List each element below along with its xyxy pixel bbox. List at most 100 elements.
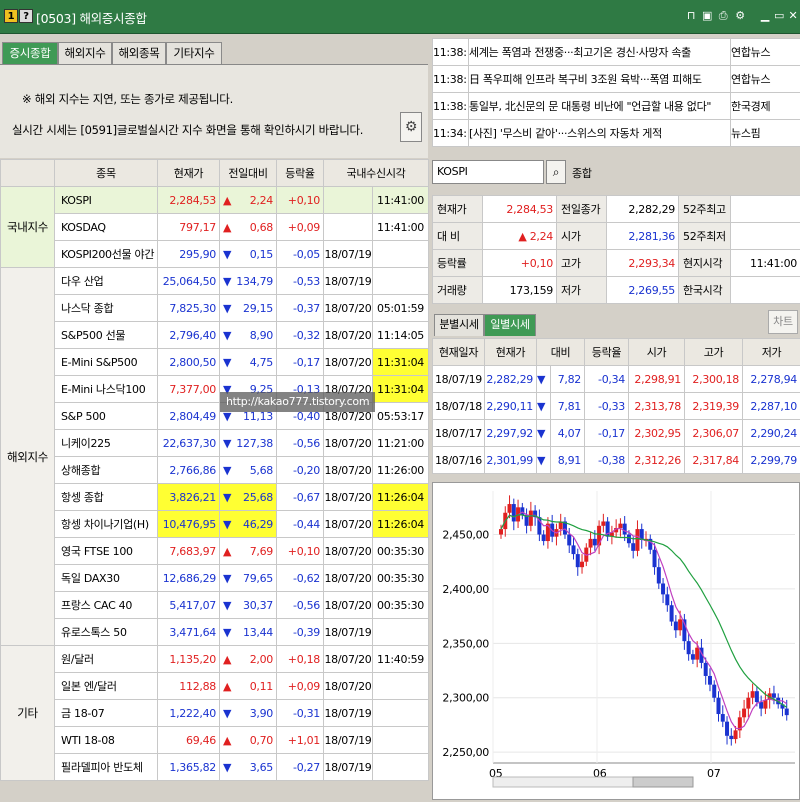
row-name[interactable]: 원/달러 — [55, 646, 158, 673]
row-name[interactable]: 독일 DAX30 — [55, 565, 158, 592]
table-row[interactable]: 니케이22522,637,30▼127,38-0,5618/07/2011:21… — [1, 430, 429, 457]
row-rate: -0,05 — [277, 241, 324, 268]
news-headline[interactable]: [사진] '무스비 같아'···스위스의 자동차 게적 — [469, 120, 731, 147]
row-price: 12,686,29 — [158, 565, 220, 592]
row-price: 7,683,97 — [158, 538, 220, 565]
row-name[interactable]: 항셍 차이나기업(H) — [55, 511, 158, 538]
gear-icon[interactable]: ⚙ — [400, 112, 422, 142]
row-name[interactable]: 다우 산업 — [55, 268, 158, 295]
row-rate: -0,32 — [277, 322, 324, 349]
row-name[interactable]: E-Mini S&P500 — [55, 349, 158, 376]
row-name[interactable]: 나스닥 종합 — [55, 295, 158, 322]
save-icon[interactable]: ▣ — [700, 9, 714, 23]
tab-overseas-index[interactable]: 해외지수 — [58, 42, 112, 64]
candle-body — [499, 529, 503, 534]
symbol-input[interactable]: KOSPI — [432, 160, 544, 184]
price-chart[interactable]: 2,450,002,400,002,350,002,300,002,250,00… — [432, 482, 800, 800]
daily-row[interactable]: 18/07/162,301,99▼8,91-0,382,312,262,317,… — [433, 447, 800, 474]
news-headline[interactable]: 세계는 폭염과 전쟁중···최고기온 경신·사망자 속출 — [469, 39, 731, 66]
row-rate: -0,27 — [277, 754, 324, 781]
row-price: 3,826,21 — [158, 484, 220, 511]
row-time: 11:31:04 — [373, 376, 429, 403]
row-name[interactable]: 상해종합 — [55, 457, 158, 484]
table-row[interactable]: KOSDAQ797,17▲0,68+0,0911:41:00 — [1, 214, 429, 241]
row-name[interactable]: WTI 18-08 — [55, 727, 158, 754]
news-item[interactable]: 11:38:통일부, 北신문의 문 대통령 비난에 "언급할 내용 없다"한국경… — [433, 93, 800, 120]
table-row[interactable]: 기타원/달러1,135,20▲2,00+0,1818/07/2011:40:59 — [1, 646, 429, 673]
help-icon[interactable]: ? — [19, 9, 33, 23]
table-row[interactable]: 필라델피아 반도체1,365,82▼3,65-0,2718/07/19 — [1, 754, 429, 781]
tab-other-index[interactable]: 기타지수 — [166, 42, 222, 64]
table-row[interactable]: KOSPI200선물 야간295,90▼0,15-0,0518/07/19 — [1, 241, 429, 268]
row-name[interactable]: 금 18-07 — [55, 700, 158, 727]
row-name[interactable]: E-Mini 나스닥100 — [55, 376, 158, 403]
row-change-value: 3,90 — [250, 707, 273, 720]
row-change-value: 5,68 — [250, 464, 273, 477]
quote-label: 현재가 — [433, 196, 483, 223]
daily-open: 2,313,78 — [629, 393, 685, 420]
candle-body — [755, 691, 759, 702]
table-row[interactable]: E-Mini S&P5002,800,50▼4,75-0,1718/07/201… — [1, 349, 429, 376]
news-item[interactable]: 11:38:日 폭우피해 인프라 복구비 3조원 육박···폭염 피해도연합뉴스 — [433, 66, 800, 93]
tab-daily-quotes[interactable]: 일별시세 — [484, 314, 536, 336]
table-row[interactable]: 해외지수다우 산업25,064,50▼134,79-0,5318/07/19 — [1, 268, 429, 295]
print-icon[interactable]: ⎙ — [716, 9, 730, 23]
minimize-icon[interactable]: ▁ — [758, 9, 772, 23]
table-row[interactable]: 금 18-071,222,40▼3,90-0,3118/07/19 — [1, 700, 429, 727]
table-row[interactable]: 국내지수KOSPI2,284,53▲2,24+0,1011:41:00 — [1, 187, 429, 214]
table-row[interactable]: 영국 FTSE 1007,683,97▲7,69+0,1018/07/2000:… — [1, 538, 429, 565]
daily-col-low: 저가 — [743, 339, 800, 366]
watermark: http://kakao777.tistory.com — [220, 392, 375, 412]
row-name[interactable]: 항셍 종합 — [55, 484, 158, 511]
tab-minute-quotes[interactable]: 분별시세 — [434, 314, 484, 336]
link-icon[interactable]: ⊓ — [684, 9, 698, 23]
table-row[interactable]: 항셍 종합3,826,21▼25,68-0,6718/07/2011:26:04 — [1, 484, 429, 511]
table-row[interactable]: 항셍 차이나기업(H)10,476,95▼46,29-0,4418/07/201… — [1, 511, 429, 538]
news-headline[interactable]: 日 폭우피해 인프라 복구비 3조원 육박···폭염 피해도 — [469, 66, 731, 93]
index-table: 종목현재가전일대비등락율국내수신시각 국내지수KOSPI2,284,53▲2,2… — [0, 159, 429, 781]
daily-rate: -0,33 — [585, 393, 629, 420]
row-change: ▲0,70 — [220, 727, 277, 754]
row-name[interactable]: 일본 엔/달러 — [55, 673, 158, 700]
row-name[interactable]: KOSPI200선물 야간 — [55, 241, 158, 268]
chart-button[interactable]: 차트 — [768, 310, 798, 334]
row-name[interactable]: 니케이225 — [55, 430, 158, 457]
news-item[interactable]: 11:34:[사진] '무스비 같아'···스위스의 자동차 게적뉴스핌 — [433, 120, 800, 147]
candle-body — [529, 511, 533, 526]
table-row[interactable]: 프랑스 CAC 405,417,07▼30,37-0,5618/07/2000:… — [1, 592, 429, 619]
row-name[interactable]: 영국 FTSE 100 — [55, 538, 158, 565]
row-time — [373, 619, 429, 646]
table-row[interactable]: 나스닥 종합7,825,30▼29,15-0,3718/07/2005:01:5… — [1, 295, 429, 322]
search-icon[interactable]: ⌕ — [546, 160, 566, 184]
candle-body — [785, 709, 789, 716]
row-name[interactable]: KOSDAQ — [55, 214, 158, 241]
row-name[interactable]: 필라델피아 반도체 — [55, 754, 158, 781]
row-name[interactable]: 유로스톡스 50 — [55, 619, 158, 646]
row-change-value: 127,38 — [236, 437, 273, 450]
table-row[interactable]: 상해종합2,766,86▼5,68-0,2018/07/2011:26:00 — [1, 457, 429, 484]
row-name[interactable]: KOSPI — [55, 187, 158, 214]
daily-row[interactable]: 18/07/182,290,11▼7,81-0,332,313,782,319,… — [433, 393, 800, 420]
screen-number-badge[interactable]: 1 — [4, 9, 18, 23]
row-name[interactable]: 프랑스 CAC 40 — [55, 592, 158, 619]
close-icon[interactable]: ✕ — [786, 9, 800, 23]
daily-table: 현재일자현재가대비등락율시가고가저가 18/07/192,282,29▼7,82… — [432, 338, 800, 474]
daily-open: 2,312,26 — [629, 447, 685, 474]
table-row[interactable]: S&P500 선물2,796,40▼8,90-0,3218/07/2011:14… — [1, 322, 429, 349]
table-row[interactable]: 일본 엔/달러112,88▲0,11+0,0918/07/20 — [1, 673, 429, 700]
daily-row[interactable]: 18/07/172,297,92▼4,07-0,172,302,952,306,… — [433, 420, 800, 447]
daily-row[interactable]: 18/07/192,282,29▼7,82-0,342,298,912,300,… — [433, 366, 800, 393]
news-item[interactable]: 11:38:세계는 폭염과 전쟁중···최고기온 경신·사망자 속출연합뉴스 — [433, 39, 800, 66]
settings-icon[interactable]: ⚙ — [733, 9, 747, 23]
tab-overseas-stocks[interactable]: 해외종목 — [112, 42, 166, 64]
news-headline[interactable]: 통일부, 北신문의 문 대통령 비난에 "언급할 내용 없다" — [469, 93, 731, 120]
row-name[interactable]: S&P500 선물 — [55, 322, 158, 349]
candle-body — [729, 736, 733, 739]
table-row[interactable]: WTI 18-0869,46▲0,70+1,0118/07/19 — [1, 727, 429, 754]
table-row[interactable]: 유로스톡스 503,471,64▼13,44-0,3918/07/19 — [1, 619, 429, 646]
restore-icon[interactable]: ▭ — [772, 9, 786, 23]
row-name[interactable]: S&P 500 — [55, 403, 158, 430]
tab-market-overview[interactable]: 증시종합 — [2, 42, 58, 64]
row-change: ▼0,15 — [220, 241, 277, 268]
table-row[interactable]: 독일 DAX3012,686,29▼79,65-0,6218/07/2000:3… — [1, 565, 429, 592]
